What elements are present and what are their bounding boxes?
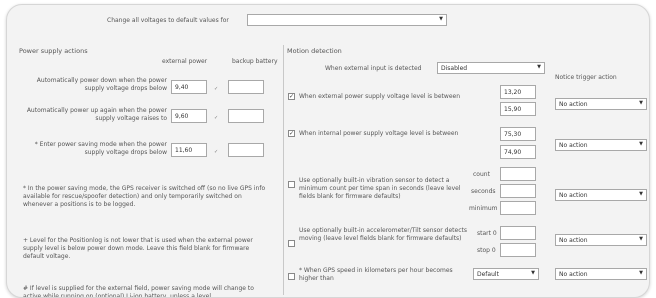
rule-internal-action-select[interactable]: No action ▼ bbox=[555, 139, 647, 151]
vibration-seconds-label: seconds bbox=[471, 188, 496, 195]
rule-accelerometer-label: Use optionally built-in accelerometer/Ti… bbox=[299, 227, 467, 242]
column-divider bbox=[283, 45, 284, 295]
power-up-external-input[interactable]: 9,60 bbox=[171, 109, 207, 123]
rule-vibration-checkbox[interactable] bbox=[288, 181, 295, 188]
default-voltage-label: Change all voltages to default values fo… bbox=[107, 17, 229, 24]
rule-internal-voltage-label: When internal power supply voltage level… bbox=[299, 130, 459, 137]
rule-external-v1-input[interactable]: 13,20 bbox=[500, 85, 536, 99]
chevron-down-icon: ▼ bbox=[639, 100, 643, 106]
rule-accelerometer-action-select[interactable]: No action ▼ bbox=[555, 234, 647, 246]
default-voltage-select[interactable]: ▼ bbox=[247, 14, 447, 26]
rule-accelerometer-checkbox[interactable] bbox=[288, 240, 295, 247]
motion-section-title: Motion detection bbox=[287, 47, 342, 55]
rule-external-voltage-label: When external power supply voltage level… bbox=[299, 93, 461, 100]
power-section-title: Power supply actions bbox=[19, 47, 88, 55]
accel-start-input[interactable] bbox=[500, 226, 536, 240]
vibration-minimum-input[interactable] bbox=[500, 201, 536, 215]
gps-speed-select[interactable]: Default ▼ bbox=[473, 268, 539, 280]
motion-mode-label: When external input is detected bbox=[325, 65, 422, 72]
power-saving-external-input[interactable]: 11,60 bbox=[171, 143, 207, 157]
power-down-external-input[interactable]: 9,40 bbox=[171, 80, 207, 94]
power-down-battery-input[interactable] bbox=[228, 80, 264, 94]
chevron-down-icon: ▼ bbox=[639, 141, 643, 147]
row-power-down-label: Automatically power down when the power … bbox=[36, 77, 167, 92]
chevron-down-icon: ▼ bbox=[639, 236, 643, 242]
rule-external-v2-input[interactable]: 15,90 bbox=[500, 102, 536, 116]
rule-internal-v1-input[interactable]: 75,30 bbox=[500, 127, 536, 141]
tick-icon: ✓ bbox=[214, 149, 219, 155]
chevron-down-icon: ▼ bbox=[439, 16, 443, 22]
power-saving-battery-input[interactable] bbox=[228, 143, 264, 157]
notice-trigger-header: Notice trigger action bbox=[555, 74, 617, 81]
rule-internal-voltage-checkbox[interactable]: ✓ bbox=[288, 130, 295, 137]
vibration-count-label: count bbox=[473, 171, 490, 178]
vibration-count-input[interactable] bbox=[500, 167, 536, 181]
chevron-down-icon: ▼ bbox=[639, 270, 643, 276]
rule-internal-v2-input[interactable]: 74,90 bbox=[500, 145, 536, 159]
row-power-saving-label: * Enter power saving mode when the power… bbox=[34, 141, 167, 156]
rule-gps-speed-label: * When GPS speed in kilometers per hour … bbox=[299, 267, 453, 282]
accel-start-label: start 0 bbox=[477, 230, 497, 237]
tick-icon: ✓ bbox=[214, 115, 219, 121]
vibration-seconds-input[interactable] bbox=[500, 184, 536, 198]
accel-stop-label: stop 0 bbox=[477, 247, 496, 254]
rule-external-action-select[interactable]: No action ▼ bbox=[555, 98, 647, 110]
note-power-saving: * In the power saving mode, the GPS rece… bbox=[23, 185, 266, 208]
chevron-down-icon: ▼ bbox=[537, 64, 541, 70]
rule-external-voltage-checkbox[interactable]: ✓ bbox=[288, 93, 295, 100]
tick-icon: ✓ bbox=[214, 86, 219, 92]
chevron-down-icon: ▼ bbox=[531, 270, 535, 276]
note-battery: # If level is supplied for the external … bbox=[23, 285, 254, 298]
dialog-frame: Change all voltages to default values fo… bbox=[6, 4, 650, 298]
rule-vibration-action-select[interactable]: No action ▼ bbox=[555, 189, 647, 201]
vibration-minimum-label: minimum bbox=[469, 205, 498, 212]
rule-gps-speed-action-select[interactable]: No action ▼ bbox=[555, 268, 647, 280]
chevron-down-icon: ▼ bbox=[639, 191, 643, 197]
col-external-power: external power bbox=[162, 58, 208, 65]
rule-gps-speed-checkbox[interactable] bbox=[288, 273, 295, 280]
accel-stop-input[interactable] bbox=[500, 243, 536, 257]
rule-vibration-label: Use optionally built-in vibration sensor… bbox=[299, 177, 461, 200]
col-backup-battery: backup battery bbox=[232, 58, 278, 65]
row-power-up-label: Automatically power up again when the po… bbox=[26, 107, 167, 122]
motion-mode-select[interactable]: Disabled ▼ bbox=[437, 62, 545, 74]
power-up-battery-input[interactable] bbox=[228, 109, 264, 123]
note-level: + Level for the Positionlog is not lower… bbox=[23, 237, 253, 260]
